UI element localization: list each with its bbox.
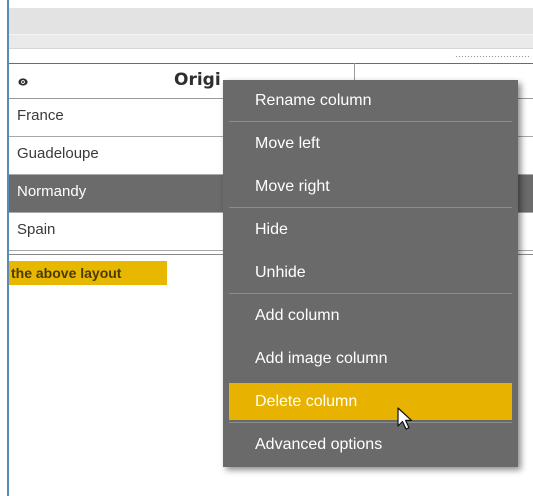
menu-separator	[229, 293, 512, 294]
layout-caption-label: the above layout	[9, 261, 167, 285]
toolbar	[9, 8, 533, 34]
menu-item-delete-column[interactable]: Delete column	[229, 383, 512, 420]
menu-item-add-column[interactable]: Add column	[229, 297, 512, 334]
eye-icon[interactable]	[18, 77, 28, 87]
menu-item-advanced-options[interactable]: Advanced options	[229, 426, 512, 463]
toolbar-secondary	[9, 35, 533, 49]
menu-item-add-image-column[interactable]: Add image column	[229, 340, 512, 377]
row-cell: France	[17, 107, 64, 124]
mouse-pointer-icon	[397, 407, 413, 430]
menu-item-rename-column[interactable]: Rename column	[229, 82, 512, 119]
menu-item-move-right[interactable]: Move right	[229, 168, 512, 205]
row-cell: Normandy	[17, 183, 87, 200]
context-menu: Rename column Move left Move right Hide …	[223, 80, 518, 467]
menu-separator	[229, 121, 512, 122]
layout-editor-panel: Origi France Guadeloupe Normandy Spain t…	[0, 0, 533, 496]
menu-separator	[229, 207, 512, 208]
menu-item-unhide[interactable]: Unhide	[229, 254, 512, 291]
resize-grip[interactable]	[455, 55, 529, 58]
row-cell: Spain	[17, 221, 56, 238]
menu-separator	[229, 422, 512, 423]
menu-item-hide[interactable]: Hide	[229, 211, 512, 248]
menu-item-move-left[interactable]: Move left	[229, 125, 512, 162]
column-header-title[interactable]: Origi	[174, 70, 221, 90]
row-cell: Guadeloupe	[17, 145, 99, 162]
